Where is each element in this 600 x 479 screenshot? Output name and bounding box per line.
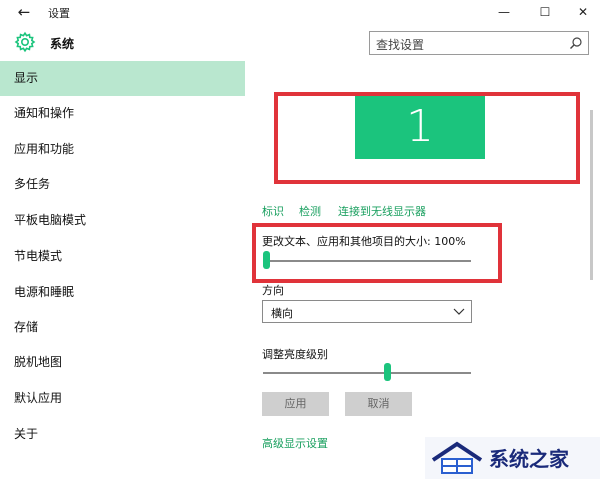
sidebar-item-about[interactable]: 关于	[0, 417, 245, 452]
sidebar-item-display[interactable]: 显示	[0, 61, 245, 96]
sidebar-item-notifications[interactable]: 通知和操作	[0, 96, 245, 131]
back-arrow-icon[interactable]: ←	[14, 3, 34, 21]
highlight-box-monitor	[274, 92, 580, 184]
detect-link[interactable]: 检测	[299, 203, 321, 219]
gear-icon	[14, 31, 36, 53]
watermark: 系统之家	[425, 437, 600, 479]
chevron-down-icon	[453, 304, 465, 318]
orientation-value: 横向	[271, 307, 293, 320]
orientation-label: 方向	[262, 284, 284, 297]
close-button[interactable]: ✕	[571, 2, 595, 22]
sidebar: 显示 通知和操作 应用和功能 多任务 平板电脑模式 节电模式 电源和睡眠 存储 …	[0, 60, 245, 479]
sidebar-item-multitasking[interactable]: 多任务	[0, 167, 245, 202]
house-logo-icon	[429, 440, 485, 476]
brightness-label: 调整亮度级别	[262, 348, 328, 361]
orientation-dropdown[interactable]: 横向	[262, 300, 472, 323]
connect-wireless-display-link[interactable]: 连接到无线显示器	[338, 203, 426, 219]
maximize-button[interactable]: ☐	[533, 2, 557, 22]
sidebar-item-tablet-mode[interactable]: 平板电脑模式	[0, 203, 245, 238]
advanced-display-settings-link[interactable]: 高级显示设置	[262, 435, 328, 451]
sidebar-item-offline-maps[interactable]: 脱机地图	[0, 345, 245, 380]
page-title: 系统	[50, 37, 75, 51]
search-icon[interactable]	[569, 36, 583, 50]
watermark-text: 系统之家	[489, 447, 569, 471]
identify-link[interactable]: 标识	[262, 203, 284, 219]
title-bar: ← 设置 — ☐ ✕	[0, 0, 600, 25]
window-title: 设置	[48, 7, 70, 20]
sidebar-item-apps-features[interactable]: 应用和功能	[0, 132, 245, 167]
apply-button[interactable]: 应用	[262, 392, 329, 416]
sidebar-item-default-apps[interactable]: 默认应用	[0, 381, 245, 416]
highlight-box-scale	[252, 223, 502, 283]
scrollbar[interactable]	[585, 60, 600, 479]
sidebar-item-storage[interactable]: 存储	[0, 310, 245, 345]
settings-header: 系统 查找设置	[0, 25, 600, 60]
brightness-slider-thumb[interactable]	[383, 363, 391, 381]
minimize-button[interactable]: —	[492, 2, 516, 22]
sidebar-item-battery-saver[interactable]: 节电模式	[0, 239, 245, 274]
sidebar-item-power-sleep[interactable]: 电源和睡眠	[0, 275, 245, 310]
scrollbar-thumb[interactable]	[590, 110, 593, 280]
brightness-slider-track[interactable]	[263, 372, 471, 374]
cancel-button[interactable]: 取消	[345, 392, 412, 416]
search-input[interactable]: 查找设置	[369, 31, 589, 55]
search-placeholder: 查找设置	[376, 38, 425, 52]
